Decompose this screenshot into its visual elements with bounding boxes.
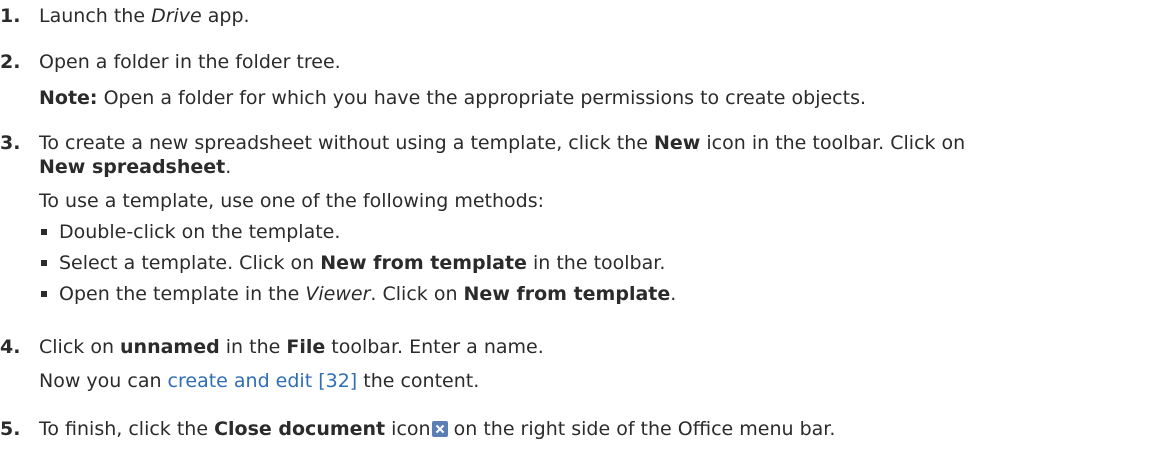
list-item: Double-click on the template. [39,220,1150,244]
text-span: . [670,283,677,305]
step-text: To finish, click the Close document icon… [39,417,1150,441]
step-number: 5. [0,418,21,440]
step-text: Open a folder in the folder tree. [39,51,341,73]
text-span: the content. [357,370,480,392]
text-span: Now you can [39,370,168,392]
note: Note: Open a folder for which you have t… [39,86,1150,110]
text-span: Select a template. Click on [59,252,321,274]
list-item: Select a template. Click on New from tem… [39,251,1150,275]
bullet-icon [41,260,47,266]
text-span: in the toolbar. [526,252,666,274]
text-span: app. [201,5,250,27]
step-number: 4. [0,336,21,358]
app-name: Drive [151,5,202,27]
step-number: 1. [0,5,21,27]
ui-term: New from template [463,283,671,305]
step-text: Launch the Drive app. [39,4,1150,28]
text-span: To finish, click the [39,418,215,440]
ui-term: New from template [320,252,527,274]
ui-term: New [654,132,701,154]
note-text: Open a folder for which you have the app… [97,87,867,109]
step-content: Click on unnamed in the File toolbar. En… [39,335,1150,393]
step-number: 3. [0,132,21,154]
step-paragraph: Now you can create and edit [32] the con… [39,369,1150,393]
text-span: . Click on [370,283,464,305]
text-span: icon [385,418,431,440]
step-content: Open a folder in the folder tree. Note: … [39,50,1150,110]
ui-term: unnamed [120,336,220,358]
step-text: Click on unnamed in the File toolbar. En… [39,335,1150,359]
ui-term: New spreadsheet [39,156,226,178]
note-label: Note: [39,87,98,109]
text-span: in the [219,336,287,358]
text-span: Click on [39,336,121,358]
step-number: 2. [0,51,21,73]
ui-term: File [286,336,326,358]
list-item: Open the template in the Viewer. Click o… [39,282,1150,306]
text-span: To create a new spreadsheet without usin… [39,132,655,154]
step-content: To create a new spreadsheet without usin… [39,131,1150,306]
list-item-text: Double-click on the template. [59,221,341,243]
text-span: Open the template in the [59,283,306,305]
bullet-icon [41,229,47,235]
app-name: Viewer [305,283,371,305]
create-and-edit-link[interactable]: create and edit [32] [168,370,358,392]
step-text-line1: To create a new spreadsheet without usin… [39,131,1150,155]
text-span: icon in the toolbar. Click on [700,132,966,154]
ui-term: Close document [214,418,386,440]
text-span: . [225,156,232,178]
text-span: Launch the [39,5,152,27]
step-paragraph: To use a template, use one of the follow… [39,190,545,212]
text-span: on the right side of the Office menu bar… [447,418,836,440]
close-document-icon [431,421,448,437]
bullet-icon [41,291,47,297]
step-text-line2: New spreadsheet. [39,155,1150,179]
text-span: toolbar. Enter a name. [325,336,544,358]
